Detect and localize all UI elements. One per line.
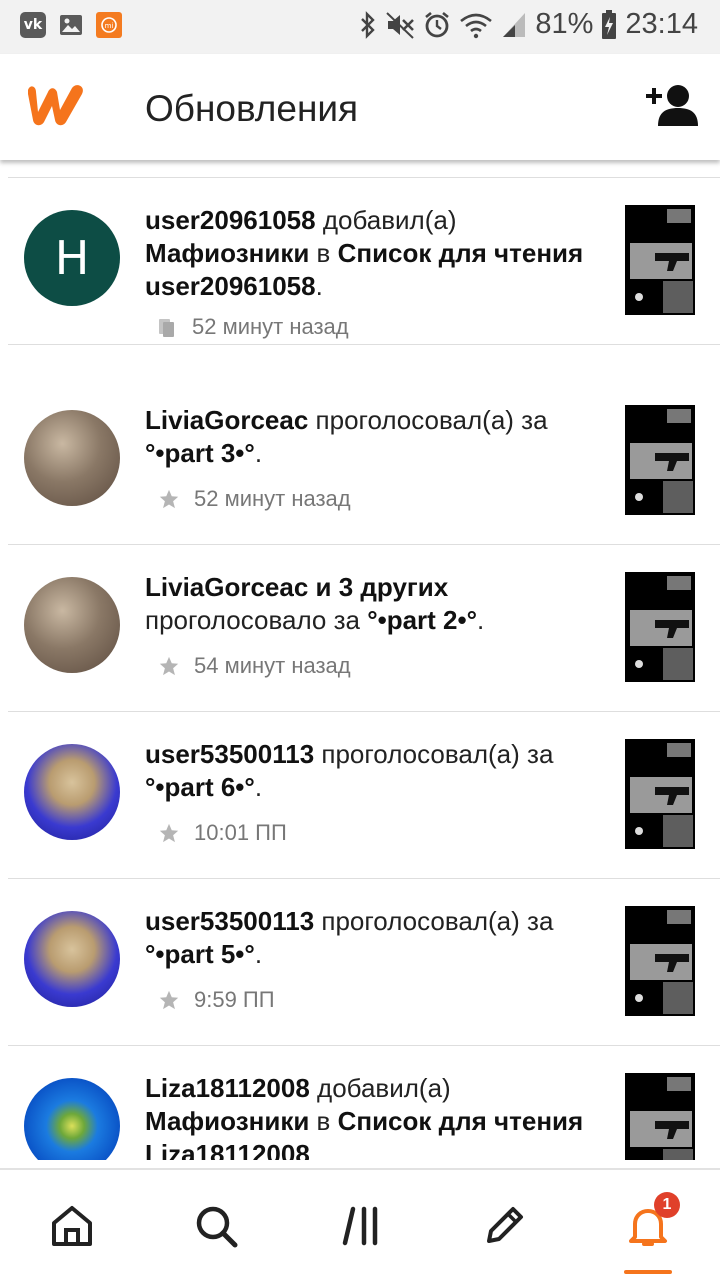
timestamp: 10:01 ПП xyxy=(194,820,287,845)
divider xyxy=(8,344,720,345)
story-cover[interactable] xyxy=(625,906,695,1016)
battery-charging-icon xyxy=(602,9,617,39)
mi-icon: mi xyxy=(96,12,122,38)
wifi-icon xyxy=(460,13,493,38)
search-icon xyxy=(196,1206,238,1248)
story-cover[interactable] xyxy=(625,405,695,515)
feed-item-meta: 52 минут назад xyxy=(158,314,349,340)
feed-item-meta: 10:01 ПП xyxy=(158,820,287,846)
library-icon xyxy=(159,319,174,337)
story-part-title[interactable]: °•part 2•° xyxy=(367,605,477,635)
story-part-title[interactable]: °•part 3•° xyxy=(145,438,255,468)
feed-item-meta: 54 минут назад xyxy=(158,653,351,679)
feed-item-meta: 9:59 ПП xyxy=(158,987,275,1013)
username[interactable]: user53500113 xyxy=(145,906,314,936)
star-icon xyxy=(159,990,179,1010)
add-user-icon[interactable] xyxy=(642,82,698,128)
nav-home[interactable] xyxy=(44,1198,100,1254)
story-title[interactable]: Мафиозники xyxy=(145,1106,309,1136)
story-part-title[interactable]: °•part 6•° xyxy=(145,772,255,802)
feed-item[interactable]: H user20961058 добавил(а) Мафиозники в С… xyxy=(0,178,720,345)
timestamp: 52 минут назад xyxy=(194,486,351,511)
timestamp: 54 минут назад xyxy=(194,653,351,678)
clock: 23:14 xyxy=(625,8,698,40)
feed-item[interactable]: user53500113 проголосовал(а) за °•part 6… xyxy=(0,712,720,879)
username[interactable]: user53500113 xyxy=(145,739,314,769)
avatar[interactable] xyxy=(24,410,120,506)
timestamp: 52 минут назад xyxy=(192,314,349,339)
page-title: Обновления xyxy=(145,88,359,129)
feed-item[interactable]: user53500113 проголосовал(а) за °•part 5… xyxy=(0,879,720,1046)
pencil-icon xyxy=(487,1207,523,1243)
library-icon xyxy=(342,1206,378,1246)
feed-item-text: LiviaGorceac и 3 других проголосовало за… xyxy=(145,572,485,635)
active-tab-indicator xyxy=(624,1270,672,1274)
avatar[interactable]: H xyxy=(24,210,120,306)
feed-item-text: LiviaGorceac проголосовал(а) за °•part 3… xyxy=(145,405,548,468)
feed-item-text: Liza18112008 добавил(а) Мафиозники в Спи… xyxy=(145,1072,605,1160)
story-cover[interactable] xyxy=(625,205,695,315)
avatar[interactable] xyxy=(24,911,120,1007)
gallery-icon xyxy=(58,12,84,38)
alarm-icon xyxy=(425,11,450,37)
signal-icon xyxy=(503,12,526,37)
star-icon xyxy=(159,489,179,509)
feed-item-text: user53500113 проголосовал(а) за °•part 5… xyxy=(145,906,554,969)
story-title[interactable]: Мафиозники xyxy=(145,238,309,268)
avatar[interactable] xyxy=(24,577,120,673)
star-icon xyxy=(159,823,179,843)
nav-search[interactable] xyxy=(188,1198,244,1254)
svg-text:mi: mi xyxy=(105,22,114,30)
app-bar: Обновления xyxy=(0,54,720,160)
avatar[interactable] xyxy=(24,1078,120,1160)
timestamp: 9:59 ПП xyxy=(194,987,275,1012)
vk-icon: vk xyxy=(20,12,46,38)
mute-icon xyxy=(386,11,415,39)
feed-item[interactable]: Liza18112008 добавил(а) Мафиозники в Спи… xyxy=(0,1046,720,1160)
feed-item-text: user53500113 проголосовал(а) за °•part 6… xyxy=(145,739,554,802)
feed-item-text: user20961058 добавил(а) Мафиозники в Спи… xyxy=(145,205,584,301)
username[interactable]: user20961058 xyxy=(145,205,316,235)
username[interactable]: LiviaGorceac xyxy=(145,405,308,435)
avatar[interactable] xyxy=(24,744,120,840)
battery-percent: 81% xyxy=(535,8,594,40)
feed-item[interactable]: LiviaGorceac проголосовал(а) за °•part 3… xyxy=(0,378,720,545)
bottom-nav: 1 xyxy=(0,1168,720,1280)
feed-item-meta: 52 минут назад xyxy=(158,486,351,512)
username[interactable]: LiviaGorceac и 3 других xyxy=(145,572,448,602)
status-bar: vk mi 81% 23:14 xyxy=(0,0,720,54)
nav-library[interactable] xyxy=(334,1198,390,1254)
feed-item[interactable]: LiviaGorceac и 3 других проголосовало за… xyxy=(0,545,720,712)
username[interactable]: Liza18112008 xyxy=(145,1073,310,1103)
notification-badge: 1 xyxy=(654,1192,680,1218)
story-cover[interactable] xyxy=(625,739,695,849)
nav-write[interactable] xyxy=(476,1198,532,1254)
home-icon xyxy=(52,1206,92,1246)
story-cover[interactable] xyxy=(625,572,695,682)
star-icon xyxy=(159,656,179,676)
story-part-title[interactable]: °•part 5•° xyxy=(145,939,255,969)
updates-feed[interactable]: H user20961058 добавил(а) Мафиозники в С… xyxy=(0,160,720,1160)
nav-notifications[interactable]: 1 xyxy=(620,1192,680,1254)
wattpad-logo[interactable] xyxy=(22,78,90,128)
bluetooth-icon xyxy=(361,10,376,39)
story-cover[interactable] xyxy=(625,1073,695,1160)
